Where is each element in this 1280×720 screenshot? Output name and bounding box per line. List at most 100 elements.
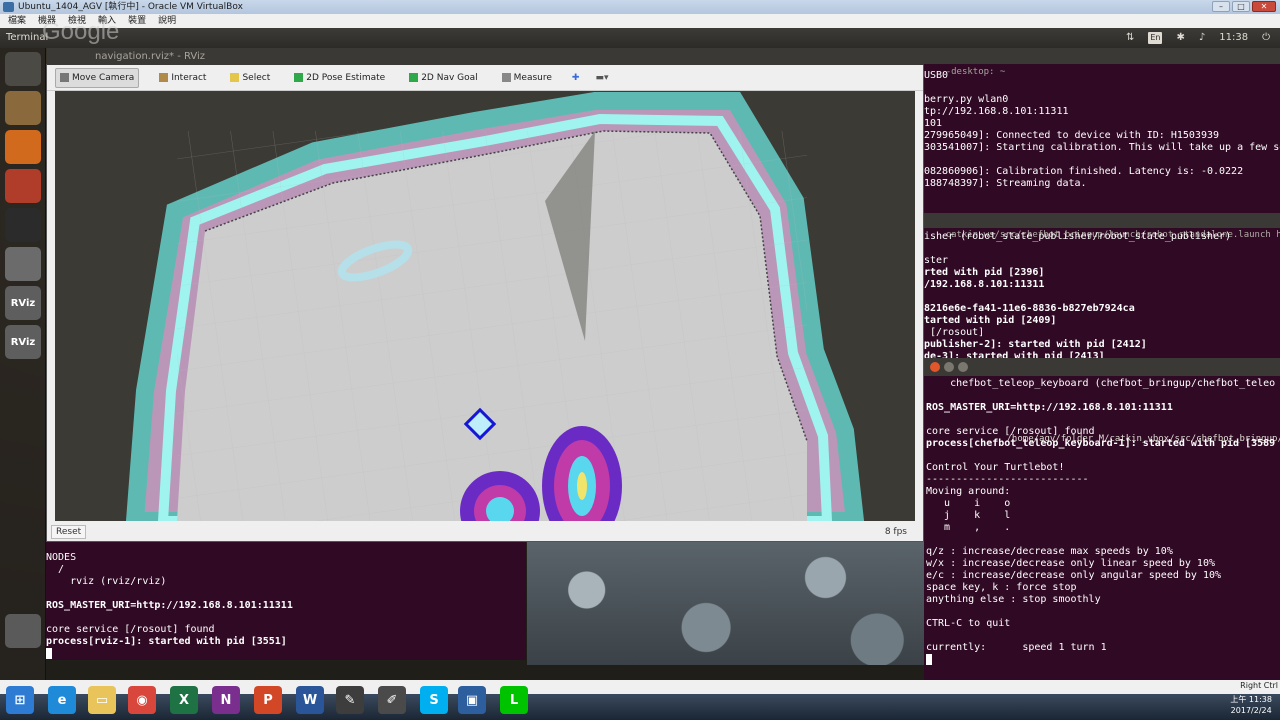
right-terminal-output: USB0 berry.py wlan0 tp://192.168.8.101:11…: [924, 70, 1280, 190]
volume-icon[interactable]: ♪: [1199, 28, 1205, 48]
teleop-terminal-window[interactable]: /home/agv/folder_M/catkin_vbox/src/chefb…: [924, 358, 1280, 680]
clock-date: 2017/2/24: [1230, 706, 1272, 715]
terminal-line: CTRL-C to quit: [926, 618, 1011, 629]
nav-goal-icon: [409, 73, 419, 82]
terminal-line: isher (robot_state_publisher/robot_state…: [924, 231, 1232, 242]
tool-move-camera[interactable]: Move Camera: [55, 67, 140, 88]
terminal-line: tp://192.168.8.101:11311: [924, 106, 1069, 117]
add-tool-icon[interactable]: ✚: [572, 73, 580, 83]
terminal-line: ROS_MASTER_URI=http://192.168.8.101:1131…: [926, 402, 1173, 413]
close-button[interactable]: ✕: [1252, 1, 1276, 12]
terminal-line: Control Your Turtlebot!: [926, 462, 1065, 473]
rviz-window: navigation.rviz* - RViz Move Camera Inter…: [46, 48, 925, 542]
tool-label: 2D Pose Estimate: [306, 72, 386, 83]
terminal-line: [/rosout]: [924, 327, 985, 338]
google-watermark: Google: [42, 18, 120, 45]
start-icon[interactable]: ⊞: [6, 686, 34, 714]
tool-label: 2D Nav Goal: [421, 72, 478, 83]
rviz-icon[interactable]: RViz: [5, 286, 41, 320]
fps-indicator: 8 fps: [884, 527, 907, 537]
excel-icon[interactable]: X: [170, 686, 198, 714]
ie-icon[interactable]: e: [48, 686, 76, 714]
firefox-icon[interactable]: [5, 130, 41, 164]
pencil-icon[interactable]: ✎: [336, 686, 364, 714]
rviz-terminal[interactable]: NODES / rviz (rviz/rviz) ROS_MASTER_URI=…: [46, 542, 526, 660]
virtualbox-icon: [3, 2, 14, 12]
skype-icon[interactable]: S: [420, 686, 448, 714]
edit-icon[interactable]: ✐: [378, 686, 406, 714]
tool-measure[interactable]: Measure: [498, 68, 556, 88]
rviz-title-bar: navigation.rviz* - RViz: [47, 48, 925, 65]
maximize-button[interactable]: □: [1232, 1, 1250, 12]
measure-icon: [501, 73, 511, 82]
explorer-icon[interactable]: ▭: [88, 686, 116, 714]
pose-estimate-icon: [294, 73, 304, 82]
text-editor-icon[interactable]: [5, 247, 41, 281]
maximize-icon[interactable]: [958, 362, 968, 372]
onenote-icon[interactable]: N: [212, 686, 240, 714]
line-icon[interactable]: L: [500, 686, 528, 714]
terminal-line: tarted with pid [2409]: [924, 315, 1057, 326]
terminal-icon[interactable]: [5, 208, 41, 242]
launch-path-bar: catkin_ws/src/chefbot_bringup/launch/rob…: [924, 213, 1280, 240]
terminal-line: publisher-2]: started with pid [2412]: [924, 339, 1147, 350]
terminal-line: Moving around:: [926, 486, 1011, 497]
virtualbox-icon[interactable]: ▣: [458, 686, 486, 714]
rviz-3d-viewport[interactable]: [55, 91, 915, 521]
terminal-line: 082860906]: Calibration finished. Latenc…: [924, 166, 1244, 177]
virtualbox-title-bar: Ubuntu_1404_AGV [執行中] - Oracle VM Virtua…: [0, 0, 1280, 14]
rviz-toolbar: Move Camera Interact Select 2D Pose Estimat…: [47, 65, 923, 91]
rviz-icon[interactable]: RViz: [5, 325, 41, 359]
minimize-button[interactable]: –: [1212, 1, 1230, 12]
wallpaper-rocks: [527, 540, 925, 665]
keyboard-layout-indicator[interactable]: En: [1148, 32, 1163, 44]
windows-clock[interactable]: 上午 11:38 2017/2/24: [1230, 694, 1272, 716]
right-terminal[interactable]: -desktop: ~ USB0 berry.py wlan0 tp://192.…: [924, 48, 1280, 680]
launch-output: isher (robot_state_publisher/robot_state…: [924, 231, 1280, 363]
files-icon[interactable]: [5, 91, 41, 125]
vbox-menu-item[interactable]: 檔案: [8, 14, 26, 28]
terminal-line: process[rviz-1]: started with pid [3551]: [46, 636, 287, 647]
rviz-window-title: navigation.rviz* - RViz: [95, 51, 206, 62]
tool-label: Move Camera: [72, 72, 135, 83]
tool-select[interactable]: Select: [226, 68, 274, 88]
vbox-menu-item[interactable]: 說明: [158, 14, 176, 28]
bluetooth-icon[interactable]: ✱: [1176, 28, 1184, 48]
reset-button[interactable]: Reset: [51, 525, 87, 539]
window-title: Ubuntu_1404_AGV [執行中] - Oracle VM Virtua…: [18, 2, 243, 12]
minimize-icon[interactable]: [944, 362, 954, 372]
network-icon[interactable]: ⇅: [1126, 28, 1134, 48]
powerpoint-icon[interactable]: P: [254, 686, 282, 714]
tool-2d-nav-goal[interactable]: 2D Nav Goal: [405, 68, 481, 88]
terminal-line: /: [46, 564, 65, 575]
power-icon[interactable]: ⏻: [1262, 28, 1270, 48]
terminal-line: /192.168.8.101:11311: [924, 279, 1045, 290]
tool-interact[interactable]: Interact: [155, 68, 210, 88]
tool-2d-pose-estimate[interactable]: 2D Pose Estimate: [290, 68, 389, 88]
settings-icon[interactable]: [5, 169, 41, 203]
unity-top-panel: Terminal Google ⇅ En ✱ ♪ 11:38 ⏻: [0, 20, 1280, 48]
costmap-render: [55, 91, 915, 521]
close-icon[interactable]: [930, 362, 940, 372]
terminal-line: 101: [924, 118, 943, 129]
terminal-line: w/x : increase/decrease only linear spee…: [926, 558, 1215, 569]
word-icon[interactable]: W: [296, 686, 324, 714]
trash-icon[interactable]: [5, 614, 41, 648]
terminal-line: e/c : increase/decrease only angular spe…: [926, 570, 1222, 581]
terminal-line: currently: speed 1 turn 1: [926, 642, 1107, 653]
tool-label: Measure: [513, 72, 552, 83]
terminal-cursor: [926, 654, 932, 665]
panel-clock[interactable]: 11:38: [1219, 28, 1248, 48]
chrome-icon[interactable]: ◉: [128, 686, 156, 714]
terminal-line: rted with pid [2396]: [924, 267, 1045, 278]
terminal-line: 8216e6e-fa41-11e6-8836-b827eb7924ca: [924, 303, 1135, 314]
vbox-menu-item[interactable]: 裝置: [128, 14, 146, 28]
remove-tool-icon[interactable]: ▬▾: [595, 73, 608, 83]
dash-icon[interactable]: [5, 52, 41, 86]
